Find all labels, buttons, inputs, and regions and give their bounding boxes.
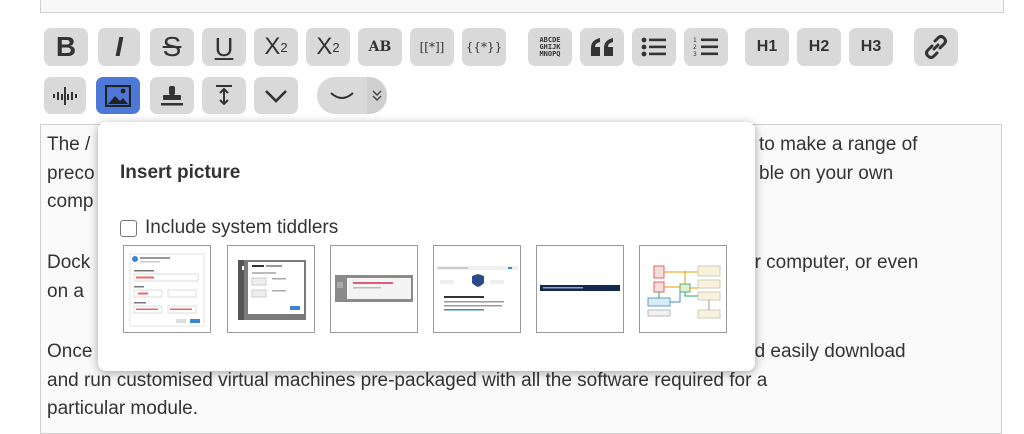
stamp-button[interactable] <box>150 77 194 114</box>
svg-text:3: 3 <box>693 51 697 58</box>
transclude-label: [[*]] <box>419 40 445 54</box>
smallcaps-button[interactable]: AB <box>358 28 402 66</box>
chevron-down-icon <box>265 89 287 103</box>
numbered-list-button[interactable]: 1 2 3 <box>684 28 728 66</box>
previous-field-edge <box>40 0 1004 13</box>
insert-picture-popup: Insert picture Include system tiddlers <box>98 122 755 371</box>
thumbnail-3-image <box>331 246 417 332</box>
thumbnail-4-image <box>434 246 520 332</box>
paragraph-1-line-2-right: ble on your own <box>759 162 894 184</box>
link-button[interactable] <box>914 28 958 66</box>
thumbnail-6[interactable] <box>639 245 727 333</box>
wikitext-button[interactable]: {{*}} <box>462 28 506 66</box>
include-system-tiddlers-option[interactable]: Include system tiddlers <box>120 217 338 239</box>
numbered-list-icon: 1 2 3 <box>693 37 718 58</box>
thumbnail-1-image <box>129 253 205 327</box>
mono-block-button[interactable]: ABCDE GHIJK MNOPQ <box>528 28 572 66</box>
excise-icon <box>53 86 77 105</box>
underline-button[interactable]: U <box>202 28 246 66</box>
superscript-index: 2 <box>280 39 288 55</box>
bullet-list-button[interactable] <box>632 28 676 66</box>
size-icon <box>216 84 232 105</box>
superscript-button[interactable]: X2 <box>254 28 298 66</box>
transclude-button[interactable]: [[*]] <box>410 28 454 66</box>
bullet-list-icon <box>641 37 666 57</box>
thumbnail-2[interactable] <box>227 245 315 333</box>
include-system-tiddlers-label: Include system tiddlers <box>145 217 339 238</box>
thumbnail-3[interactable] <box>330 245 418 333</box>
subscript-index: 2 <box>332 39 340 55</box>
quote-icon <box>591 38 613 56</box>
heading-1-label: H1 <box>756 38 778 55</box>
paragraph-1-line-1: The / <box>47 134 91 155</box>
subscript-button[interactable]: X2 <box>306 28 350 66</box>
paragraph-1-line-1-right: to make a range of <box>759 134 918 155</box>
include-system-tiddlers-checkbox[interactable] <box>120 219 137 237</box>
underline-label: U <box>214 31 234 62</box>
heading-2-label: H2 <box>808 38 830 55</box>
thumbnail-5[interactable] <box>536 245 624 333</box>
heading-2-button[interactable]: H2 <box>797 28 841 66</box>
more-chevron-button[interactable] <box>254 77 298 114</box>
paragraph-3-line-1-right: nd easily download <box>744 341 906 362</box>
bold-button[interactable]: B <box>44 28 88 66</box>
thumbnail-2-image <box>228 246 314 332</box>
italic-label: I <box>115 31 123 62</box>
heading-3-button[interactable]: H3 <box>849 28 893 66</box>
wikitext-label: {{*}} <box>465 40 503 54</box>
size-button[interactable] <box>202 77 246 114</box>
popup-title: Insert picture <box>120 162 241 183</box>
strikethrough-label: S <box>162 31 182 62</box>
preview-dropdown-button[interactable] <box>367 77 387 114</box>
italic-button[interactable]: I <box>98 28 140 66</box>
heading-3-label: H3 <box>860 38 882 55</box>
preview-button[interactable] <box>317 77 367 114</box>
paragraph-3-line-3: particular module. <box>47 398 199 419</box>
thumbnail-5-image <box>537 246 623 332</box>
svg-text:2: 2 <box>693 44 697 51</box>
bold-label: B <box>55 31 77 62</box>
double-chevron-down-icon <box>372 90 382 101</box>
superscript-label: X <box>264 33 281 60</box>
stamp-icon <box>161 85 183 105</box>
mono-block-line-3: MNOPQ <box>539 49 561 58</box>
thumbnail-1[interactable] <box>123 245 211 333</box>
strikethrough-button[interactable]: S <box>150 28 194 66</box>
smallcaps-label: AB <box>368 39 392 55</box>
thumbnail-6-image <box>640 246 726 332</box>
paragraph-2-line-1-right: ur computer, or even <box>744 252 919 273</box>
excise-button[interactable] <box>44 77 86 114</box>
heading-1-button[interactable]: H1 <box>745 28 789 66</box>
thumbnail-4[interactable] <box>433 245 521 333</box>
closed-eye-icon <box>330 91 354 99</box>
subscript-label: X <box>316 33 333 60</box>
picture-button[interactable] <box>96 77 140 114</box>
svg-text:1: 1 <box>693 37 697 44</box>
picture-icon <box>105 84 131 107</box>
link-icon <box>925 35 947 59</box>
quote-button[interactable] <box>580 28 624 66</box>
